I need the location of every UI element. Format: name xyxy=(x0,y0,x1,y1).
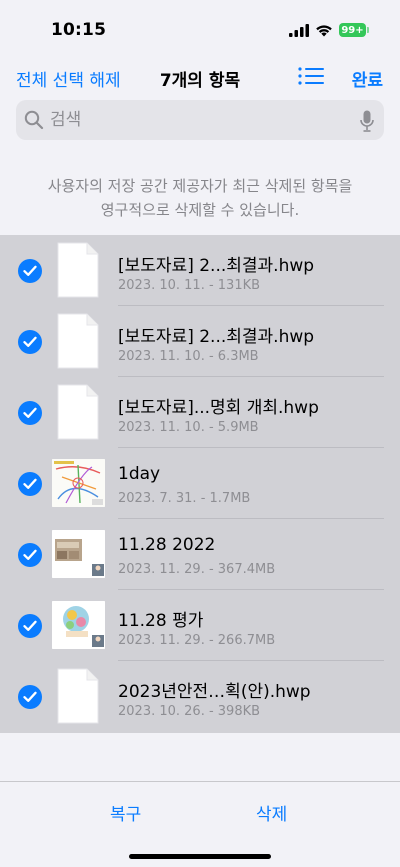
search-icon xyxy=(24,110,44,130)
file-meta: 2023. 11. 29. - 367.4MB xyxy=(118,562,276,577)
page-title: 7개의 항목 xyxy=(159,71,241,91)
file-name: [보도자료] 2...최결과.hwp xyxy=(118,327,315,347)
file-name: 11.28 평가 xyxy=(118,611,204,631)
checkmark-icon[interactable] xyxy=(18,472,42,496)
status-bar: 10:15 99+ xyxy=(0,0,400,60)
file-meta: 2023. 11. 29. - 266.7MB xyxy=(118,633,276,648)
home-indicator[interactable] xyxy=(129,854,271,859)
file-row[interactable]: 11.28 평가 2023. 11. 29. - 266.7MB xyxy=(0,590,400,661)
map-thumbnail xyxy=(52,459,105,507)
battery-indicator: 99+ xyxy=(339,23,369,37)
wifi-icon xyxy=(316,24,332,36)
checkmark-icon[interactable] xyxy=(18,543,42,567)
file-meta: 2023. 10. 11. - 131KB xyxy=(118,278,261,293)
file-name: 1day xyxy=(118,464,161,484)
list-view-icon[interactable] xyxy=(298,66,324,86)
file-row[interactable]: [보도자료]...명회 개최.hwp 2023. 11. 10. - 5.9MB xyxy=(0,377,400,448)
recover-button[interactable]: 복구 xyxy=(110,800,141,825)
done-button[interactable]: 완료 xyxy=(352,66,383,91)
nav-bar: 전체 선택 해제 7개의 항목 완료 xyxy=(0,58,400,94)
checkmark-icon[interactable] xyxy=(18,401,42,425)
cellular-signal-icon xyxy=(289,23,309,37)
file-row[interactable]: 11.28 2022 2023. 11. 29. - 367.4MB xyxy=(0,519,400,590)
file-list: [보도자료] 2...최결과.hwp 2023. 10. 11. - 131KB… xyxy=(0,235,400,733)
file-row[interactable]: 2023년안전…획(안).hwp 2023. 10. 26. - 398KB xyxy=(0,661,400,732)
notice-line-1: 사용자의 저장 공간 제공자가 최근 삭제된 항목을 xyxy=(47,177,353,195)
file-name: 2023년안전…획(안).hwp xyxy=(118,682,311,702)
checkmark-icon[interactable] xyxy=(18,330,42,354)
status-icons: 99+ xyxy=(289,22,369,38)
search-input[interactable] xyxy=(50,100,350,140)
checkmark-icon[interactable] xyxy=(18,614,42,638)
checkmark-icon[interactable] xyxy=(18,685,42,709)
search-bar[interactable] xyxy=(16,100,384,140)
file-meta: 2023. 11. 10. - 5.9MB xyxy=(118,420,259,435)
document-icon xyxy=(57,242,99,298)
file-name: [보도자료]...명회 개최.hwp xyxy=(118,398,319,418)
file-row[interactable]: [보도자료] 2...최결과.hwp 2023. 11. 10. - 6.3MB xyxy=(0,306,400,377)
delete-button[interactable]: 삭제 xyxy=(256,800,287,825)
microphone-icon[interactable] xyxy=(360,110,374,132)
file-meta: 2023. 10. 26. - 398KB xyxy=(118,704,261,719)
notice-line-2: 영구적으로 삭제할 수 있습니다. xyxy=(100,201,300,219)
checkmark-icon[interactable] xyxy=(18,259,42,283)
document-icon xyxy=(57,384,99,440)
file-row[interactable]: [보도자료] 2...최결과.hwp 2023. 10. 11. - 131KB xyxy=(0,235,400,306)
bottom-toolbar: 복구 삭제 xyxy=(0,781,400,867)
photo-thumbnail xyxy=(52,530,105,578)
file-name: 11.28 2022 xyxy=(118,535,216,555)
document-icon xyxy=(57,313,99,369)
document-icon xyxy=(57,668,99,724)
deletion-notice: 사용자의 저장 공간 제공자가 최근 삭제된 항목을 영구적으로 삭제할 수 있… xyxy=(0,174,400,222)
file-row[interactable]: 1day 2023. 7. 31. - 1.7MB xyxy=(0,448,400,519)
file-meta: 2023. 11. 10. - 6.3MB xyxy=(118,349,259,364)
file-meta: 2023. 7. 31. - 1.7MB xyxy=(118,491,251,506)
image-thumbnail xyxy=(52,601,105,649)
status-time: 10:15 xyxy=(51,20,107,40)
file-name: [보도자료] 2...최결과.hwp xyxy=(118,256,315,276)
